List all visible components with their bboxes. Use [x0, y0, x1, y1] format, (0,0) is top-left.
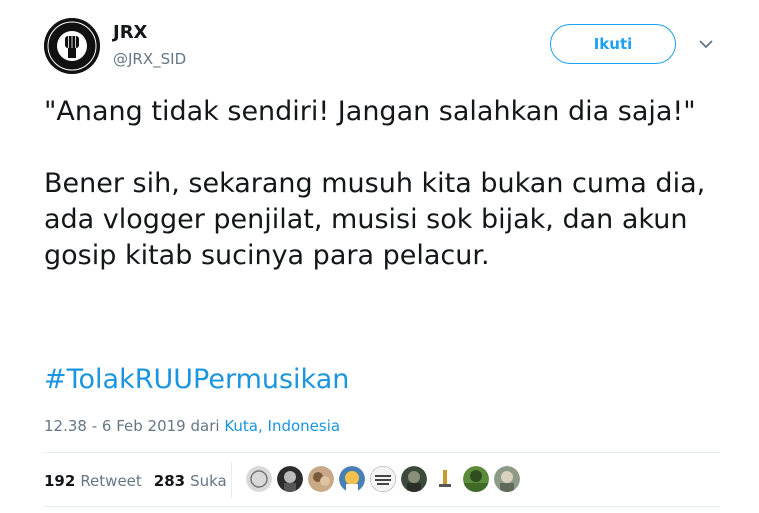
liker-avatar[interactable] [494, 466, 520, 492]
liker-avatar[interactable] [339, 466, 365, 492]
liker-avatar[interactable] [370, 466, 396, 492]
likers-avatars [246, 466, 520, 492]
retweet-stat[interactable]: 192 Retweet [44, 472, 142, 490]
tweet-paragraph-2: Bener sih, sekarang musuh kita bukan cum… [44, 168, 706, 271]
liker-avatar[interactable] [308, 466, 334, 492]
hashtag-link[interactable]: #TolakRUUPermusikan [44, 364, 349, 395]
liker-avatar[interactable] [463, 466, 489, 492]
divider-bottom [44, 506, 720, 507]
display-name[interactable]: JRX [113, 22, 147, 43]
liker-avatar[interactable] [277, 466, 303, 492]
stats-separator [231, 462, 232, 498]
tweet-text: "Anang tidak sendiri! Jangan salahkan di… [44, 94, 724, 274]
chevron-down-icon[interactable] [697, 37, 715, 51]
liker-avatar[interactable] [246, 466, 272, 492]
tweet-paragraph-1: "Anang tidak sendiri! Jangan salahkan di… [44, 96, 696, 127]
fist-logo-icon [44, 18, 100, 74]
user-handle[interactable]: @JRX_SID [113, 50, 186, 68]
avatar[interactable] [44, 18, 100, 74]
tweet-stats: 192 Retweet 283 Suka [44, 472, 227, 490]
tweet-timestamp[interactable]: 12.38 - 6 Feb 2019 [44, 417, 186, 435]
liker-avatar[interactable] [432, 466, 458, 492]
like-stat[interactable]: 283 Suka [154, 472, 227, 490]
from-label: dari [190, 417, 220, 435]
follow-button[interactable]: Ikuti [550, 24, 676, 64]
liker-avatar[interactable] [401, 466, 427, 492]
like-label: Suka [190, 472, 227, 490]
tweet-meta: 12.38 - 6 Feb 2019 dari Kuta, Indonesia [44, 417, 340, 435]
retweet-count: 192 [44, 472, 76, 490]
location-link[interactable]: Kuta, Indonesia [224, 417, 340, 435]
divider-top [44, 452, 720, 453]
retweet-label: Retweet [80, 472, 142, 490]
like-count: 283 [153, 472, 186, 490]
